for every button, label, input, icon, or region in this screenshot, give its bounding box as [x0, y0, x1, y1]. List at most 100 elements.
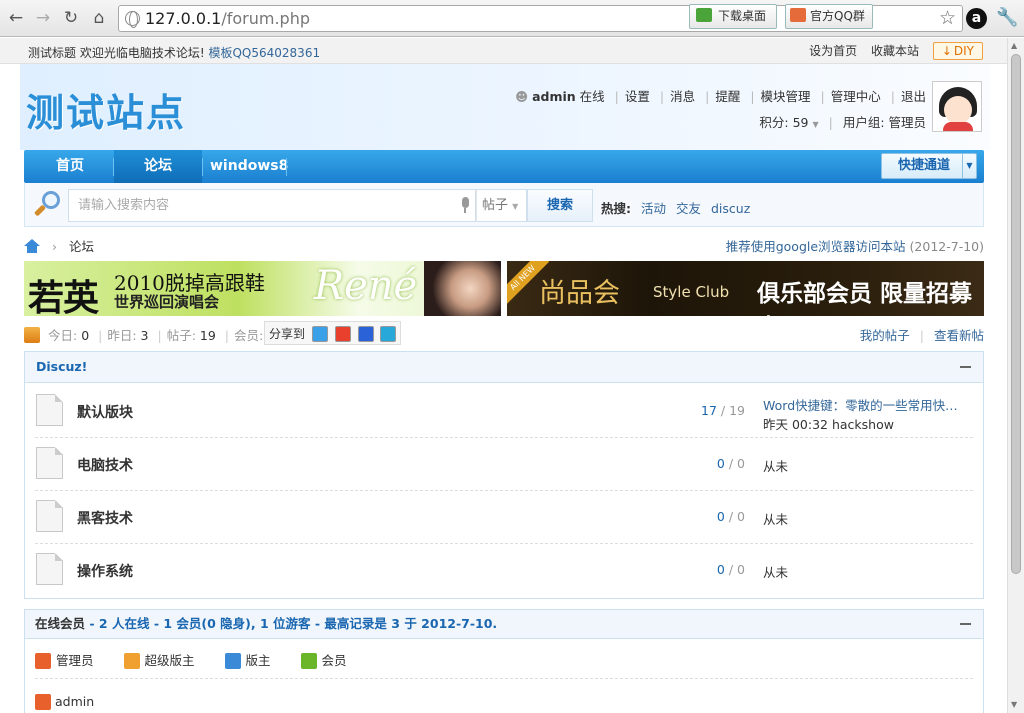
board-name[interactable]: 操作系统	[77, 561, 133, 581]
hot-term-dating[interactable]: 交友	[676, 201, 701, 216]
board-last-post: 从未	[763, 459, 789, 474]
search-input[interactable]: 请输入搜索内容	[68, 189, 476, 222]
settings-link[interactable]: 设置	[625, 89, 650, 104]
hot-term-discuz[interactable]: discuz	[711, 201, 750, 216]
banner-photo	[424, 261, 501, 316]
post-links: 我的帖子 | 查看新帖	[859, 328, 984, 343]
stats-chart-icon	[24, 327, 40, 343]
user-icon: ☻	[515, 89, 529, 104]
qq-group-icon	[790, 8, 806, 22]
globe-icon	[125, 11, 140, 28]
microphone-icon[interactable]	[460, 197, 470, 213]
banner-right-title: 尚品会	[539, 278, 620, 309]
download-icon	[696, 8, 712, 22]
back-arrow-icon[interactable]: ←	[6, 8, 26, 28]
ad-banner-left[interactable]: 若英 2010脱掉高跟鞋 世界巡回演唱会 René	[24, 261, 501, 316]
quick-access-caret-icon[interactable]: ▼	[962, 154, 976, 178]
messages-link[interactable]: 消息	[670, 89, 695, 104]
logout-link[interactable]: 退出	[901, 89, 926, 104]
url-text[interactable]: 127.0.0.1/forum.php	[145, 9, 310, 28]
module-admin-link[interactable]: 模块管理	[761, 89, 811, 104]
board-name[interactable]: 默认版块	[77, 402, 133, 422]
scrollbar-thumb[interactable]	[1011, 54, 1021, 574]
online-summary: - 2 人在线 - 1 会员(0 隐身), 1 位游客 - 最高记录是 3 于 …	[89, 616, 498, 631]
banner-left-line2: 世界巡回演唱会	[114, 293, 220, 311]
bookmark-link[interactable]: 收藏本站	[871, 44, 919, 58]
my-posts-link[interactable]: 我的帖子	[860, 328, 910, 343]
qzone-share-icon[interactable]	[311, 326, 328, 342]
online-member[interactable]: admin	[35, 694, 94, 710]
super-mod-user-icon	[123, 653, 140, 669]
admin-center-link[interactable]: 管理中心	[831, 89, 881, 104]
site-topbar: 测试标题 欢迎光临电脑技术论坛! 模板QQ564028361 设为首页 收藏本站…	[0, 38, 1007, 64]
board-row: 电脑技术 0 / 0 从未	[35, 439, 973, 491]
banner-left-brand: René	[314, 263, 418, 309]
main-nav: 首页 论坛 windows8	[24, 150, 984, 183]
category-title[interactable]: Discuz!	[25, 352, 983, 383]
board-counts: 0 / 0	[716, 456, 745, 471]
last-post-meta: 昨天 00:32 hackshow	[763, 417, 894, 432]
points-dropdown[interactable]: 积分: 59 ▼	[759, 115, 818, 130]
search-scope-select[interactable]: 帖子 ▼	[476, 189, 527, 222]
board-name[interactable]: 黑客技术	[77, 508, 133, 528]
diy-button[interactable]: ↓ DIY	[932, 42, 983, 60]
forum-stats: 今日: 0 |昨日: 3 |帖子: 19 |会员: 6	[24, 325, 275, 344]
reload-icon[interactable]: ↻	[61, 8, 81, 28]
qq-group-button[interactable]: 官方QQ群	[785, 4, 873, 29]
hot-term-activity[interactable]: 活动	[641, 201, 666, 216]
board-row: 黑客技术 0 / 0 从未	[35, 492, 973, 544]
board-icon	[36, 553, 63, 585]
site-caption: 测试标题	[28, 46, 77, 60]
extension-icon[interactable]: a	[966, 8, 987, 29]
board-row: 默认版块 17 / 19 Word快捷键：零散的一些常用快捷键 昨天 00:32…	[35, 386, 973, 438]
user-info: 积分: 59 ▼ | 用户组: 管理员	[759, 115, 926, 130]
today-count: 0	[81, 328, 90, 343]
board-counts: 0 / 0	[716, 562, 745, 577]
set-home-link[interactable]: 设为首页	[809, 44, 857, 58]
last-post-link[interactable]: Word快捷键：零散的一些常用快捷键	[763, 395, 968, 414]
nav-home[interactable]: 首页	[42, 150, 102, 183]
notifications-link[interactable]: 提醒	[715, 89, 740, 104]
collapse-icon[interactable]	[960, 623, 971, 625]
new-posts-link[interactable]: 查看新帖	[934, 328, 984, 343]
forum-category: Discuz! 默认版块 17 / 19 Word快捷键：零散的一些常用快捷键 …	[24, 351, 984, 599]
wrench-menu-icon[interactable]: 🔧	[996, 7, 1018, 28]
site-logo[interactable]: 测试站点	[26, 82, 186, 137]
banner-right-sub: Style Club	[653, 283, 730, 301]
home-icon[interactable]: ⌂	[89, 8, 109, 28]
collapse-icon[interactable]	[960, 366, 971, 368]
online-header[interactable]: 在线会员 - 2 人在线 - 1 会员(0 隐身), 1 位游客 - 最高记录是…	[25, 610, 983, 639]
username-link[interactable]: admin	[532, 89, 576, 104]
notice-link[interactable]: 推荐使用google浏览器访问本站	[726, 239, 906, 254]
member-name[interactable]: admin	[55, 694, 94, 709]
page-scrollbar[interactable]: ▲ ▼	[1007, 38, 1024, 713]
online-title: 在线会员	[35, 616, 86, 631]
avatar[interactable]	[932, 81, 982, 132]
baidu-share-icon[interactable]	[357, 326, 374, 342]
forward-arrow-icon[interactable]: →	[33, 8, 53, 28]
quick-access-button[interactable]: 快捷通道 ▼	[881, 153, 977, 179]
template-link[interactable]: 模板QQ564028361	[208, 46, 320, 60]
share-bar: 分享到	[264, 321, 402, 345]
scroll-down-arrow-icon[interactable]: ▼	[1011, 700, 1017, 709]
ad-banner-right[interactable]: All NEW 尚品会 Style Club 俱乐部会员 限量招募中	[507, 261, 984, 316]
tencent-share-icon[interactable]	[380, 326, 397, 342]
board-name[interactable]: 电脑技术	[77, 455, 133, 475]
nav-forum[interactable]: 论坛	[114, 150, 202, 183]
breadcrumb-current[interactable]: 论坛	[69, 239, 94, 254]
download-desktop-button[interactable]: 下载桌面	[689, 4, 777, 29]
breadcrumb: › 论坛	[24, 236, 94, 255]
weibo-share-icon[interactable]	[334, 326, 351, 342]
scroll-up-arrow-icon[interactable]: ▲	[1011, 41, 1017, 50]
yesterday-count: 3	[140, 328, 149, 343]
bookmark-star-icon[interactable]: ☆	[939, 7, 956, 29]
search-button[interactable]: 搜索	[527, 189, 593, 222]
banner-left-title: 若英	[28, 277, 99, 316]
share-label: 分享到	[269, 327, 306, 341]
board-row: 操作系统 0 / 0 从未	[35, 545, 973, 597]
board-last-post: 从未	[763, 565, 789, 580]
hot-searches: 热搜: 活动 交友 discuz	[601, 198, 750, 217]
home-icon[interactable]	[24, 239, 40, 253]
site-notice: 推荐使用google浏览器访问本站 (2012-7-10)	[726, 236, 984, 255]
board-counts: 17 / 19	[701, 403, 745, 418]
